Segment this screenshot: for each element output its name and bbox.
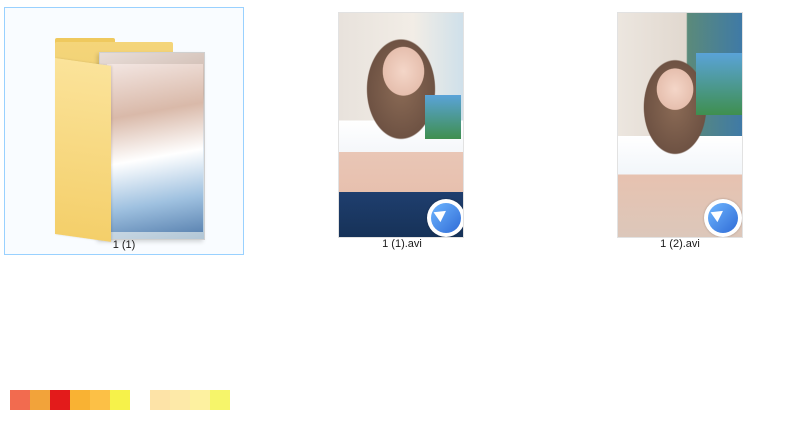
swatch (90, 390, 110, 410)
swatch (70, 390, 90, 410)
swatch (110, 390, 130, 410)
swatch (10, 390, 30, 410)
video-thumbnail (617, 12, 743, 238)
video-thumbnail (338, 12, 464, 238)
swatch (190, 390, 210, 410)
folder-tile[interactable]: 1 (1) (4, 7, 244, 255)
swatch (170, 390, 190, 410)
folder-label: 1 (1) (112, 239, 136, 251)
video-label-2: 1 (2).avi (660, 238, 700, 250)
swatch (30, 390, 50, 410)
video-tile-1[interactable]: 1 (1).avi (290, 7, 514, 255)
media-player-icon (704, 199, 742, 237)
swatch (150, 390, 170, 410)
tv-screen (425, 95, 461, 139)
video-label-1: 1 (1).avi (382, 238, 422, 250)
folder-preview-image-front (107, 64, 203, 232)
tv-screen (696, 53, 742, 115)
swatch (210, 390, 230, 410)
swatch (50, 390, 70, 410)
folder-front (55, 58, 111, 242)
file-explorer-view: 1 (1) 1 (1).avi 1 (2).avi (0, 0, 800, 426)
video-tile-2[interactable]: 1 (2).avi (568, 7, 792, 255)
media-player-icon (427, 199, 463, 237)
folder-icon (49, 38, 209, 242)
color-swatch-strip (10, 390, 230, 410)
